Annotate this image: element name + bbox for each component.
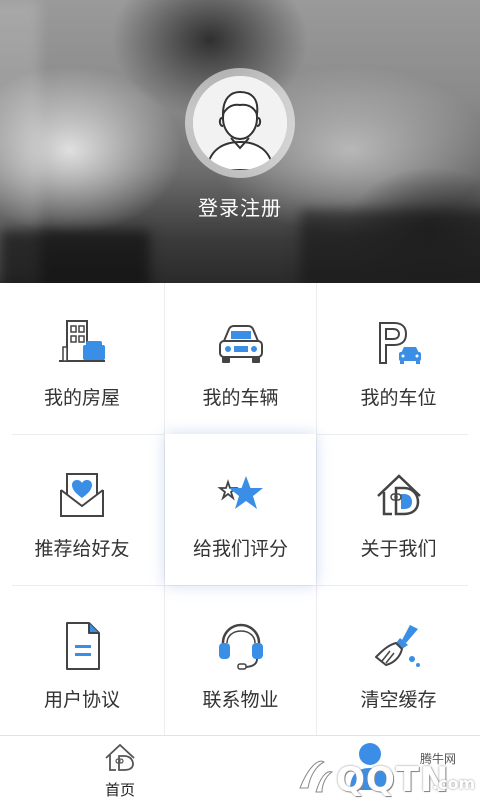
menu-item-user-agreement[interactable]: 用户协议 xyxy=(0,585,164,736)
document-icon xyxy=(55,619,109,673)
login-register-link[interactable]: 登录注册 xyxy=(0,192,480,221)
profile-header: 登录注册 xyxy=(0,0,480,283)
broom-icon xyxy=(372,619,426,673)
home-icon xyxy=(105,743,135,771)
nav-home-label: 首页 xyxy=(104,782,135,799)
menu-item-label: 推荐给好友 xyxy=(34,539,130,560)
menu-item-label: 用户协议 xyxy=(43,690,120,711)
menu-item-contact-property[interactable]: 联系物业 xyxy=(165,585,316,736)
headset-icon xyxy=(214,619,268,673)
car-icon xyxy=(214,317,268,371)
watermark-suffix: .com xyxy=(432,774,476,793)
menu-item-label: 关于我们 xyxy=(360,539,437,560)
star-icon xyxy=(214,468,268,522)
menu-item-about-us[interactable]: 关于我们 xyxy=(317,434,480,585)
menu-item-clear-cache[interactable]: 清空缓存 xyxy=(317,585,480,736)
about-logo-icon xyxy=(372,468,426,522)
menu-item-label: 联系物业 xyxy=(202,690,279,711)
menu-item-label: 我的车辆 xyxy=(202,388,279,409)
heart-envelope-icon xyxy=(55,468,109,522)
parking-icon xyxy=(372,317,426,371)
menu-item-label: 我的房屋 xyxy=(43,388,120,409)
menu-item-my-house[interactable]: 我的房屋 xyxy=(0,283,164,434)
menu-item-rate-us[interactable]: 给我们评分 xyxy=(165,434,316,585)
avatar[interactable] xyxy=(185,68,295,178)
menu-item-label: 我的车位 xyxy=(360,388,437,409)
menu-item-label: 清空缓存 xyxy=(360,690,437,711)
menu-item-recommend[interactable]: 推荐给好友 xyxy=(0,434,164,585)
menu-grid: 我的房屋 我的车辆 我的车位 推荐给好友 给我们评分 关于我们 用户协议 联系物… xyxy=(0,283,480,735)
nav-home[interactable]: 首页 xyxy=(90,742,150,800)
default-avatar-icon xyxy=(193,76,287,170)
menu-item-my-parking[interactable]: 我的车位 xyxy=(317,283,480,434)
menu-item-my-vehicle[interactable]: 我的车辆 xyxy=(165,283,316,434)
house-icon xyxy=(55,317,109,371)
menu-item-label: 给我们评分 xyxy=(192,539,288,560)
watermark: 腾牛网 QQTN .com xyxy=(296,748,480,800)
